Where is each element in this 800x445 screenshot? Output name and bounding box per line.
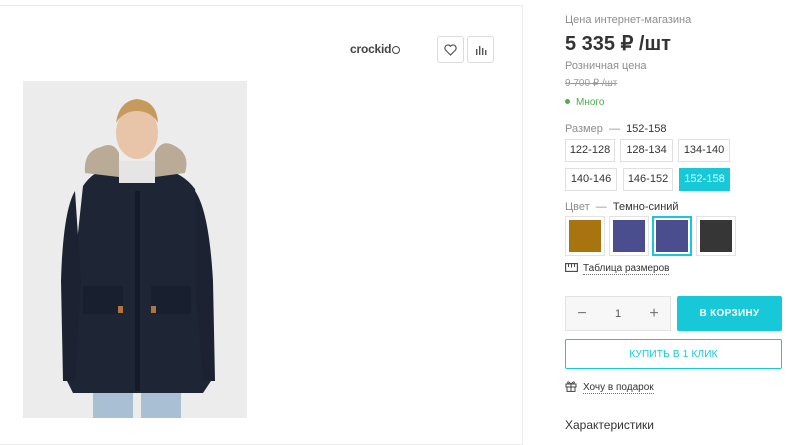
size-option-146-152[interactable]: 146-152 — [623, 168, 673, 191]
color-swatch-mustard[interactable] — [565, 216, 605, 256]
size-option-152-158[interactable]: 152-158 — [679, 168, 730, 191]
size-option-128-134[interactable]: 128-134 — [620, 139, 673, 162]
size-option-134-140[interactable]: 134-140 — [678, 139, 730, 162]
online-price-label: Цена интернет-магазина — [565, 14, 692, 26]
retail-price-label: Розничная цена — [565, 60, 647, 72]
wishlist-button[interactable] — [437, 36, 464, 63]
compare-button[interactable] — [467, 36, 494, 63]
quantity-value[interactable]: 1 — [615, 308, 621, 320]
add-to-cart-button[interactable]: В КОРЗИНУ — [677, 296, 782, 331]
product-photo-jacket — [23, 81, 247, 418]
buy-one-click-button[interactable]: КУПИТЬ В 1 КЛИК — [565, 339, 782, 369]
stock-dot-icon — [565, 99, 570, 104]
heart-icon — [444, 43, 457, 56]
online-price: 5 335 ₽ /шт — [565, 33, 671, 55]
product-gallery-card: crockid — [0, 5, 523, 445]
quantity-stepper: − 1 + — [565, 296, 671, 331]
gift-icon — [565, 381, 577, 392]
color-label-line: Цвет — Темно-синий — [565, 201, 679, 213]
size-option-140-146[interactable]: 140-146 — [565, 168, 617, 191]
color-swatch-navy-selected[interactable] — [652, 216, 692, 256]
color-swatch-dark-gray[interactable] — [696, 216, 736, 256]
retail-price: 9 700 ₽ /шт — [565, 78, 618, 89]
product-photo[interactable] — [23, 81, 247, 418]
characteristics-title: Характеристики — [565, 418, 654, 432]
increment-button[interactable]: + — [648, 305, 660, 323]
size-label-line: Размер — 152-158 — [565, 123, 667, 135]
stock-status: Много — [565, 97, 604, 108]
swatch-fill — [656, 220, 688, 252]
swatch-fill — [569, 220, 601, 252]
decrement-button[interactable]: − — [576, 305, 588, 323]
swatch-fill — [700, 220, 732, 252]
size-option-122-128[interactable]: 122-128 — [565, 139, 615, 162]
size-table-link[interactable]: Таблица размеров — [565, 263, 670, 275]
ruler-icon — [565, 263, 578, 272]
swatch-fill — [613, 220, 645, 252]
bar-chart-icon — [475, 45, 486, 55]
color-swatch-blue[interactable] — [609, 216, 649, 256]
gift-link[interactable]: Хочу в подарок — [565, 380, 654, 394]
brand-logo: crockid — [350, 42, 401, 56]
